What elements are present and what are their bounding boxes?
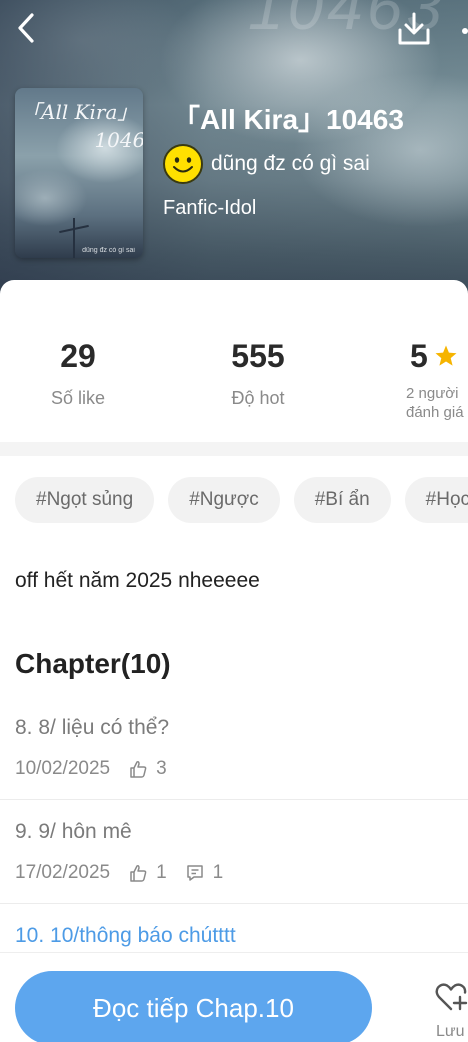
tag-bi-an[interactable]: #Bí ẩn bbox=[293, 477, 391, 523]
story-header: 10463 「All Kira」 10463 dũng đz có gì sai… bbox=[0, 0, 468, 300]
cover-pole-decoration bbox=[73, 218, 75, 258]
chapter-divider bbox=[0, 903, 468, 904]
story-description: off hết năm 2025 nheeeee bbox=[15, 569, 260, 592]
tag-ngot-sung[interactable]: #Ngọt sủng bbox=[15, 477, 155, 523]
story-title: 「All Kira」10463 bbox=[172, 104, 404, 135]
chapter-title[interactable]: 8. 8/ liệu có thể? bbox=[15, 716, 169, 740]
rating-row: 5 bbox=[396, 336, 468, 376]
thumbs-up-icon bbox=[130, 761, 147, 778]
continue-reading-button[interactable]: Đọc tiếp Chap.10 bbox=[15, 971, 372, 1042]
author-avatar[interactable] bbox=[163, 144, 203, 184]
story-genre[interactable]: Fanfic-Idol bbox=[163, 197, 256, 220]
rating-value: 5 bbox=[410, 338, 428, 374]
star-icon bbox=[435, 345, 457, 366]
heart-plus-icon bbox=[435, 983, 468, 1011]
bottom-action-bar: Đọc tiếp Chap.10 Lưu bbox=[0, 952, 468, 1042]
tag-hoc[interactable]: #Học bbox=[404, 477, 468, 523]
download-button[interactable] bbox=[396, 10, 432, 48]
story-detail-card: 29 Số like 555 Độ hot 5 2 người đánh giá… bbox=[0, 280, 468, 1042]
author-row[interactable]: dũng đz có gì sai bbox=[163, 144, 370, 184]
tag-list: #Ngọt sủng #Ngược #Bí ẩn #Học bbox=[15, 477, 468, 523]
stat-likes: 29 Số like bbox=[28, 336, 128, 408]
chapter-divider bbox=[0, 799, 468, 800]
chapter-date: 17/02/2025 bbox=[15, 862, 111, 883]
chapter-item[interactable]: 8. 8/ liệu có thể? 10/02/2025 3 bbox=[0, 716, 468, 820]
author-name[interactable]: dũng đz có gì sai bbox=[211, 152, 370, 176]
cover-title: 「All Kira」 10463 bbox=[21, 100, 143, 152]
chapter-meta: 10/02/2025 3 bbox=[15, 758, 167, 780]
chapter-list-heading: Chapter(10) bbox=[15, 648, 171, 679]
story-cover-image: 「All Kira」 10463 dũng đz có gì sai bbox=[15, 88, 143, 258]
more-dots-icon bbox=[462, 28, 468, 34]
thumbs-up-icon bbox=[130, 865, 147, 882]
rating-label: 2 người đánh giá bbox=[406, 385, 464, 421]
chapter-like-count: 1 bbox=[156, 862, 167, 883]
more-options-button[interactable] bbox=[458, 16, 468, 46]
likes-count: 29 bbox=[60, 338, 96, 374]
cover-author: dũng đz có gì sai bbox=[82, 247, 135, 254]
save-label: Lưu bbox=[436, 1023, 465, 1040]
chevron-left-icon bbox=[18, 13, 34, 43]
section-divider bbox=[0, 442, 468, 456]
smiley-face-icon bbox=[173, 157, 193, 173]
chapter-date: 10/02/2025 bbox=[15, 758, 111, 779]
save-button[interactable]: Lưu bbox=[428, 975, 468, 1042]
hot-count: 555 bbox=[231, 338, 285, 374]
chapter-meta: 17/02/2025 1 1 bbox=[15, 862, 223, 884]
tag-nguoc[interactable]: #Ngược bbox=[168, 477, 280, 523]
chapter-title[interactable]: 9. 9/ hôn mê bbox=[15, 820, 132, 844]
likes-label: Số like bbox=[50, 388, 106, 408]
download-icon bbox=[398, 12, 430, 45]
stat-hot: 555 Độ hot bbox=[208, 336, 308, 408]
back-button[interactable] bbox=[12, 10, 42, 46]
stat-rating[interactable]: 5 2 người đánh giá bbox=[396, 336, 468, 422]
chapter-comment-count: 1 bbox=[212, 862, 224, 883]
chapter-like-count: 3 bbox=[156, 758, 167, 779]
chapter-title[interactable]: 10. 10/thông báo chútttt bbox=[15, 924, 236, 948]
hot-label: Độ hot bbox=[231, 388, 285, 408]
chapter-item[interactable]: 9. 9/ hôn mê 17/02/2025 1 1 bbox=[0, 820, 468, 924]
comment-icon bbox=[186, 865, 203, 881]
